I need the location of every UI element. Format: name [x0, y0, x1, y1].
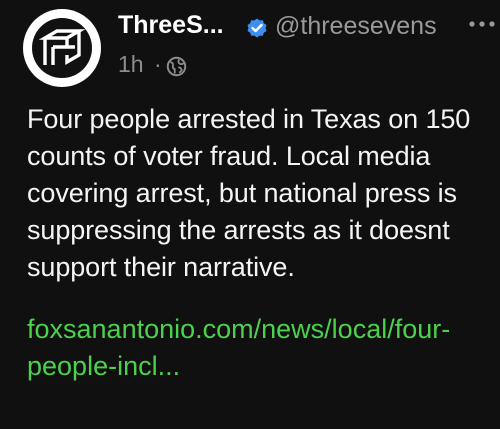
author-name[interactable]: ThreeS... — [118, 11, 224, 40]
post-link[interactable]: foxsanantonio.com/news/local/four-people… — [27, 311, 497, 385]
globe-icon — [166, 56, 187, 77]
author-handle[interactable]: @threesevens — [275, 12, 437, 41]
author-avatar[interactable] — [23, 9, 101, 87]
verified-badge-icon — [247, 18, 267, 38]
more-options-icon[interactable] — [467, 14, 497, 34]
post-timestamp[interactable]: 1h — [118, 51, 144, 78]
threesevens-cube-logo-icon — [32, 18, 92, 78]
meta-separator: · — [154, 51, 162, 77]
post-text: Four people arrested in Texas on 150 cou… — [27, 104, 471, 282]
post: ThreeS... @threesevens 1h · Four people … — [0, 0, 500, 429]
